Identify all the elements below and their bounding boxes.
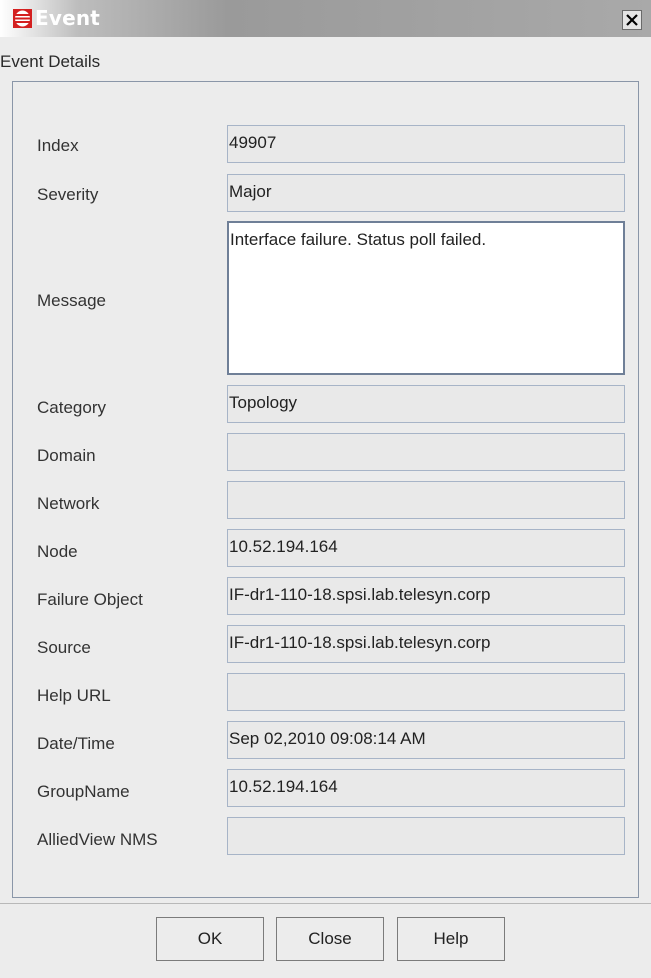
title-bar[interactable]: Event [0, 0, 651, 37]
category-field[interactable]: Topology [227, 385, 625, 423]
message-textarea[interactable]: Interface failure. Status poll failed. [227, 221, 625, 375]
date-time-field[interactable]: Sep 02,2010 09:08:14 AM [227, 721, 625, 759]
ok-button[interactable]: OK [156, 917, 264, 961]
category-label: Category [37, 398, 106, 417]
node-field[interactable]: 10.52.194.164 [227, 529, 625, 567]
event-dialog: Event Event Details Index 49907 Severity… [0, 0, 651, 978]
domain-label: Domain [37, 446, 96, 465]
app-icon [13, 9, 32, 28]
message-label: Message [37, 291, 106, 310]
failure-object-field[interactable]: IF-dr1-110-18.spsi.lab.telesyn.corp [227, 577, 625, 615]
failure-object-label: Failure Object [37, 590, 143, 609]
domain-field[interactable] [227, 433, 625, 471]
index-field[interactable]: 49907 [227, 125, 625, 163]
help-button[interactable]: Help [397, 917, 505, 961]
index-label: Index [37, 136, 79, 155]
close-window-button[interactable] [622, 10, 642, 30]
alliedview-nms-label: AlliedView NMS [37, 830, 158, 849]
network-label: Network [37, 494, 100, 513]
group-name-field[interactable]: 10.52.194.164 [227, 769, 625, 807]
help-url-label: Help URL [37, 686, 111, 705]
group-name-label: GroupName [37, 782, 130, 801]
help-url-field[interactable] [227, 673, 625, 711]
close-icon [626, 14, 638, 26]
severity-field[interactable]: Major [227, 174, 625, 212]
node-label: Node [37, 542, 78, 561]
source-label: Source [37, 638, 91, 657]
section-header: Event Details [0, 52, 101, 71]
network-field[interactable] [227, 481, 625, 519]
alliedview-nms-field[interactable] [227, 817, 625, 855]
close-button[interactable]: Close [276, 917, 384, 961]
window-title: Event [35, 6, 101, 30]
date-time-label: Date/Time [37, 734, 115, 753]
severity-label: Severity [37, 185, 99, 204]
source-field[interactable]: IF-dr1-110-18.spsi.lab.telesyn.corp [227, 625, 625, 663]
